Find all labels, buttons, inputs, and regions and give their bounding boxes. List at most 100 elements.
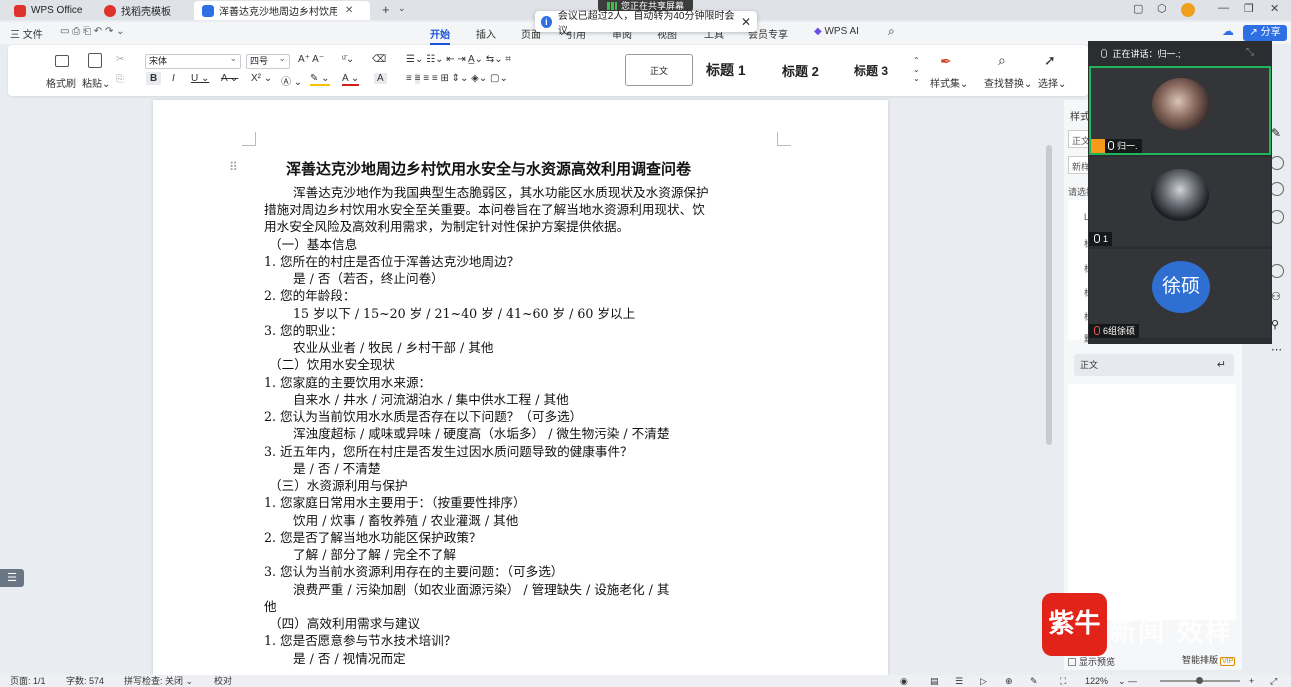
play-icon[interactable]: ▷ <box>980 675 987 687</box>
participant-tile[interactable]: 徐硕 6组徐硕 <box>1089 249 1271 338</box>
show-preview-checkbox[interactable]: 显示预览 <box>1068 655 1115 668</box>
outline-view-icon[interactable]: ☰ <box>955 675 963 687</box>
style-normal[interactable]: 正文 <box>625 54 693 86</box>
fullscreen-icon[interactable]: ⤢ <box>1270 675 1277 687</box>
mic-muted-icon <box>1094 326 1100 335</box>
answer-options: 浑浊度超标 / 咸味或异味 / 硬度高（水垢多） / 微生物污染 / 不清楚 <box>293 426 670 441</box>
panel-collapse-icon[interactable]: ⤡ <box>1246 47 1254 58</box>
window-layout-icon[interactable]: ▢ <box>1133 2 1143 15</box>
edit-icon[interactable]: ✎ <box>1271 126 1281 140</box>
web-view-icon[interactable]: ⊕ <box>1005 675 1013 687</box>
copy-icon[interactable]: ⎘ <box>116 74 124 85</box>
tab-document[interactable]: 浑善达克沙地周边乡村饮用小 ✕ <box>194 1 370 20</box>
participant-tile[interactable]: 归一. <box>1089 66 1271 155</box>
avatar-initials: 徐硕 <box>1161 276 1200 297</box>
more-icon[interactable]: ⋯ <box>1271 343 1282 356</box>
margin-corner <box>777 132 791 146</box>
bold-icon[interactable]: B <box>146 72 162 85</box>
settings-icon[interactable] <box>1270 264 1284 278</box>
find-icon: ⌕ <box>998 52 1006 68</box>
pen-icon[interactable]: ✎ <box>1030 675 1038 687</box>
drag-handle-icon[interactable]: ⠿ <box>229 160 238 174</box>
style-heading-3[interactable]: 标题 3 <box>846 54 908 86</box>
document-page[interactable]: 浑善达克沙地周边乡村饮用水安全与水资源高效利用调查问卷 浑善达克沙地作为我国典型… <box>153 100 888 675</box>
page-indicator[interactable]: 页面: 1/1 <box>10 675 46 687</box>
new-tab-icon[interactable]: + <box>382 2 390 17</box>
word-count[interactable]: 字数: 574 <box>66 675 104 687</box>
minimize-icon[interactable]: — <box>1218 2 1229 14</box>
toolbar-quick-icons[interactable]: ▭ ⎙ ⎗ ↶ ↷ ⌄ <box>60 26 124 37</box>
tab-home[interactable]: 开始 <box>430 26 450 45</box>
clear-format-icon[interactable]: ⌫ <box>372 54 386 65</box>
font-grow-icon[interactable]: A⁺ A⁻ <box>298 54 324 65</box>
scrollbar-thumb[interactable] <box>1046 145 1052 445</box>
zoom-slider-thumb[interactable] <box>1196 677 1203 684</box>
superscript-icon[interactable]: X² ⌄ <box>251 73 272 84</box>
close-icon[interactable]: ✕ <box>741 15 751 29</box>
char-shading-icon[interactable]: A <box>374 73 387 84</box>
lock-icon[interactable]: ⚲ <box>1271 318 1279 331</box>
format-painter-button[interactable]: 格式刷 <box>46 75 76 90</box>
find-replace-button[interactable]: 查找替换⌄ <box>984 75 1032 90</box>
adjust-icon[interactable] <box>1270 182 1284 196</box>
close-icon[interactable]: ✕ <box>345 5 353 16</box>
info-panel-icon[interactable] <box>1270 210 1284 224</box>
file-menu[interactable]: 三 文件 <box>10 26 43 41</box>
smart-layout-button[interactable]: 智能排版 VIP <box>1182 653 1236 666</box>
paste-icon[interactable] <box>88 53 102 68</box>
format-painter-icon[interactable] <box>55 55 69 67</box>
document-title[interactable]: 浑善达克沙地周边乡村饮用水安全与水资源高效利用调查问卷 <box>286 158 691 179</box>
font-color-icon[interactable]: A ⌄ <box>342 73 360 86</box>
select-button[interactable]: 选择⌄ <box>1038 75 1066 90</box>
share-icon: ↗ <box>1249 27 1258 38</box>
vertical-scrollbar[interactable] <box>1045 100 1053 670</box>
section-heading: （一）基本信息 <box>269 237 358 252</box>
italic-icon[interactable]: I <box>172 73 175 84</box>
chevron-down-icon[interactable]: ⌄ <box>398 3 406 14</box>
bullets-icon[interactable]: ☰⌄ ☷⌄ ⇤ ⇥ A̲⌄ ⇆⌄ ⌗ <box>406 54 511 65</box>
tool-icon[interactable]: ⚇ <box>1271 290 1281 303</box>
tab-insert[interactable]: 插入 <box>476 26 496 41</box>
paste-button[interactable]: 粘贴⌄ <box>82 75 110 90</box>
maximize-icon[interactable]: ❐ <box>1244 2 1254 15</box>
style-set-button[interactable]: 样式集⌄ <box>930 75 968 90</box>
cube-icon[interactable]: ⬡ <box>1157 2 1167 15</box>
tab-wps-office[interactable]: WPS Office <box>6 1 91 20</box>
style-scroll-icon[interactable]: ⌃ ⌄ ⌄ <box>913 56 920 83</box>
zoom-in-icon[interactable]: + <box>1249 675 1254 687</box>
zoom-level[interactable]: 122% <box>1085 675 1108 687</box>
answer-options: 15 岁以下 / 15~20 岁 / 21~40 岁 / 41~60 岁 / 6… <box>293 306 636 321</box>
text-effect-icon[interactable]: Ⓐ ⌄ <box>281 73 302 88</box>
zoom-out-icon[interactable]: ⌄ — <box>1118 675 1137 687</box>
avatar[interactable] <box>1181 3 1195 17</box>
spell-check[interactable]: 拼写检查: 关闭 ⌄ <box>124 675 193 687</box>
style-heading-1[interactable]: 标题 1 <box>698 54 768 86</box>
align-icons[interactable]: ≡ ≡ ≡ ≡ ⊞ ⇕⌄ ◈⌄ ▢⌄ <box>406 73 508 84</box>
font-name-select[interactable]: 宋体 <box>145 52 241 69</box>
writer-doc-icon <box>202 4 214 17</box>
style-item-normal[interactable]: 正文 ↵ <box>1074 354 1234 376</box>
strikethrough-icon[interactable]: A ⌄ <box>221 73 238 84</box>
style-heading-2[interactable]: 标题 2 <box>774 54 842 86</box>
proofread-button[interactable]: 校对 <box>214 675 232 687</box>
search-icon[interactable]: ⌕ <box>888 24 895 39</box>
participant-tile[interactable]: 1 <box>1089 157 1271 246</box>
cloud-upload-icon[interactable]: ☁ <box>1222 24 1234 38</box>
close-window-icon[interactable]: ✕ <box>1270 2 1279 15</box>
phonetic-icon[interactable]: ᵘ̈⌄ <box>342 54 354 65</box>
font-size-select[interactable]: 四号 <box>246 52 290 69</box>
tab-wps-ai[interactable]: ◆ WPS AI <box>814 26 859 37</box>
share-button[interactable]: ↗ 分享 <box>1243 25 1287 41</box>
tab-wps-ai-label: WPS AI <box>824 26 859 37</box>
highlight-icon[interactable]: ✎ ⌄ <box>310 73 330 86</box>
navigation-pane-icon[interactable]: ☰ <box>0 569 24 587</box>
help-icon[interactable] <box>1270 156 1284 170</box>
fit-icon[interactable]: ⛶ <box>1060 675 1066 687</box>
tab-template[interactable]: 找稻壳模板 <box>96 1 179 20</box>
eye-icon[interactable]: ◉ <box>900 675 908 687</box>
page-view-icon[interactable]: ▤ <box>930 675 939 687</box>
tab-label: 找稻壳模板 <box>121 7 171 18</box>
cut-icon[interactable]: ✂ <box>116 54 124 65</box>
avatar <box>1152 78 1210 130</box>
underline-icon[interactable]: U ⌄ <box>191 73 209 84</box>
